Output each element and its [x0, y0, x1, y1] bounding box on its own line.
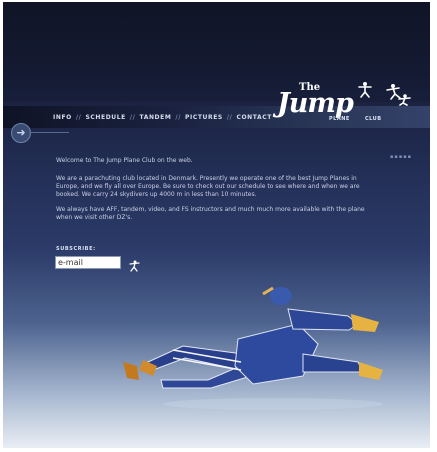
nav-separator: //	[129, 114, 136, 121]
nav-separator: //	[226, 114, 233, 121]
main-content: Welcome to The Jump Plane Club on the we…	[56, 157, 372, 229]
nav-item-tandem[interactable]: TANDEM	[139, 114, 171, 121]
logo-plane: PLANE	[329, 116, 350, 122]
nav-item-contact[interactable]: CONTACT	[236, 114, 272, 121]
divider	[29, 132, 69, 133]
nav-item-schedule[interactable]: SCHEDULE	[85, 114, 125, 121]
page-frame: ➜ INFO // SCHEDULE // TANDEM // PICTURES…	[3, 2, 430, 448]
nav-separator: //	[75, 114, 82, 121]
welcome-text: Welcome to The Jump Plane Club on the we…	[56, 157, 193, 164]
logo-club: CLUB	[365, 116, 382, 122]
main-navigation: INFO // SCHEDULE // TANDEM // PICTURES /…	[53, 114, 272, 121]
nav-item-info[interactable]: INFO	[53, 114, 72, 121]
skydiver-image	[123, 286, 383, 410]
nav-item-pictures[interactable]: PICTURES	[185, 114, 223, 121]
email-field[interactable]	[55, 256, 121, 269]
logo-jump: Jump	[277, 88, 354, 119]
skydiver-figures-icon	[358, 82, 411, 106]
subscribe-label: SUBSCRIBE:	[56, 246, 96, 252]
arrow-right-icon[interactable]: ➜	[11, 123, 31, 143]
nav-separator: //	[175, 114, 182, 121]
instructors-paragraph: We always have AFF, tandem, video, and F…	[56, 206, 365, 221]
intro-paragraph: We are a parachuting club located in Den…	[56, 175, 360, 198]
decorative-dots: ▪▪▪▪▪	[390, 154, 412, 160]
skydiver-submit-icon[interactable]	[127, 259, 141, 273]
